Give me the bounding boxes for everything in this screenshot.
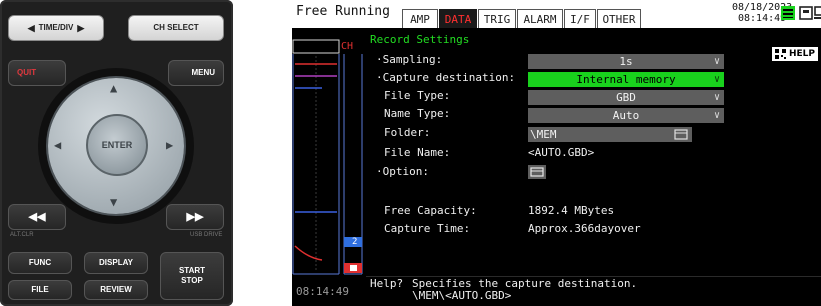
file-name-label: File Name: [384,146,451,159]
file-type-select[interactable]: GBD ∨ [528,90,724,105]
device-screen: Free Running AMP DATA TRIG ALARM I/F OTH… [292,0,821,306]
option-label: ·Option: [376,165,429,178]
folder-field[interactable]: \MEM [528,127,692,142]
up-arrow-icon[interactable]: ▲ [110,82,117,94]
quit-button[interactable]: QUIT [8,60,66,86]
help-prefix: Help? [370,277,404,290]
tab-alarm[interactable]: ALARM [517,9,563,28]
rewind-button[interactable]: ◀◀ [8,204,66,230]
capture-time-value: Approx.366dayover [528,222,641,235]
sampling-select[interactable]: 1s ∨ [528,54,724,69]
ch-label: CH [341,41,354,52]
tab-trig[interactable]: TRIG [478,9,516,28]
time-div-right-arrow-icon: ▶ [77,23,85,33]
usb-drive-label: USB DRIVE [190,232,223,238]
fast-forward-button[interactable]: ▶▶ [166,204,224,230]
time-div-left-arrow-icon: ◀ [27,23,35,33]
review-button[interactable]: REVIEW [84,280,148,300]
chevron-down-icon: ∨ [713,92,720,103]
folder-label: Folder: [384,126,431,139]
time-div-button[interactable]: ◀ TIME/DIV ▶ [8,15,104,41]
tab-other[interactable]: OTHER [597,9,641,28]
down-arrow-icon[interactable]: ▼ [110,196,117,208]
left-arrow-icon[interactable]: ◀ [54,139,61,151]
start-stop-button[interactable]: START STOP [160,252,224,300]
capture-destination-label: ·Capture destination: [376,71,516,84]
file-name-value: <AUTO.GBD> [528,146,595,159]
name-type-label: Name Type: [384,107,451,120]
rewind-icon: ◀◀ [28,211,46,223]
file-type-label: File Type: [384,89,451,102]
chevron-down-icon: ∨ [713,110,720,121]
channel-badge: 2 [352,237,358,247]
option-settings-icon[interactable] [528,165,546,179]
tab-data[interactable]: DATA [439,9,477,28]
status-bar: Free Running AMP DATA TRIG ALARM I/F OTH… [292,0,821,28]
device-control-panel: ◀ TIME/DIV ▶ CH SELECT QUIT MENU ▲ ▼ ◀ ▶… [0,0,233,306]
run-mode-title: Free Running [296,4,390,19]
time-readout: 08:14:49 [296,285,349,298]
chevron-down-icon: ∨ [713,56,720,67]
free-capacity-label: Free Capacity: [384,204,477,217]
capture-destination-select[interactable]: Internal memory ∨ [528,72,724,87]
time-display: 08:14:49 [738,13,787,24]
ch-select-button[interactable]: CH SELECT [128,15,224,41]
tab-amp[interactable]: AMP [402,9,438,28]
alt-clr-label: ALT.CLR [10,232,34,238]
data-list-icon [781,6,795,20]
pc-connection-icon [814,6,821,19]
display-button[interactable]: DISPLAY [84,252,148,274]
capture-time-label: Capture Time: [384,222,471,235]
free-capacity-value: 1892.4 MBytes [528,204,615,217]
file-button[interactable]: FILE [8,280,72,300]
right-arrow-icon[interactable]: ▶ [166,139,173,151]
record-settings-title: Record Settings [370,33,470,46]
fast-forward-icon: ▶▶ [186,211,204,223]
name-type-select[interactable]: Auto ∨ [528,108,724,123]
menu-button[interactable]: MENU [168,60,224,86]
sampling-label: ·Sampling: [376,53,443,66]
memory-card-icon [799,6,813,20]
chevron-down-icon: ∨ [713,74,720,85]
help-path: \MEM\<AUTO.GBD> [412,289,512,302]
tab-if[interactable]: I/F [564,9,596,28]
folder-browse-icon [674,129,688,140]
help-button[interactable]: HELP [772,47,819,61]
func-button[interactable]: FUNC [8,252,72,274]
qr-icon [775,49,786,59]
enter-button[interactable]: ENTER [86,114,148,176]
